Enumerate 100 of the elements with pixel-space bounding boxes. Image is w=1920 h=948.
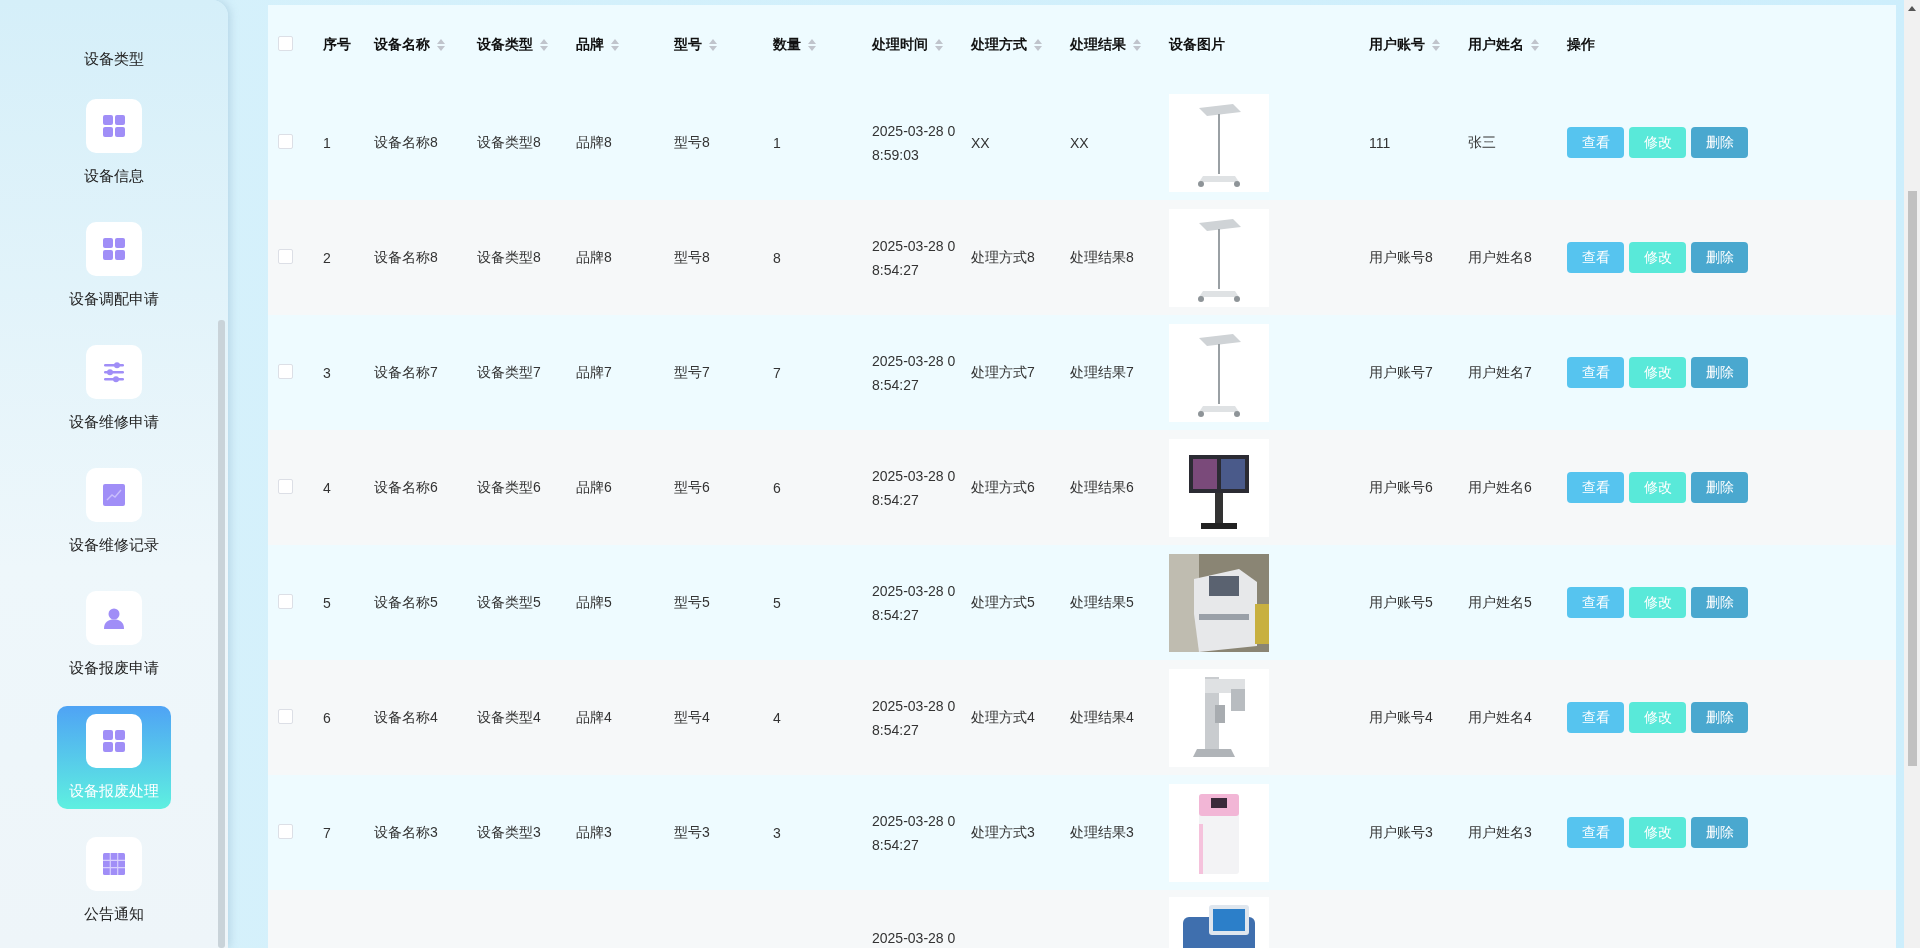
select-all-checkbox[interactable] <box>278 36 293 51</box>
scrollbar[interactable] <box>1904 0 1920 948</box>
table-cell: 处理结果4 <box>1070 708 1134 725</box>
table-cell: 品牌8 <box>576 248 612 265</box>
column-header[interactable]: 设备名称 <box>374 36 430 54</box>
sidebar-item[interactable]: 设备报废申请 <box>57 583 171 686</box>
edit-button[interactable]: 修改 <box>1629 472 1686 503</box>
column-header[interactable]: 处理时间 <box>872 36 928 54</box>
delete-button[interactable]: 删除 <box>1691 127 1748 158</box>
table-cell-text: 2025-03-28 08:54:27 <box>872 236 957 280</box>
row-checkbox[interactable] <box>278 708 293 724</box>
column-header[interactable]: 设备类型 <box>477 36 533 54</box>
table-cell: 品牌3 <box>576 823 612 840</box>
table-cell: 设备名称4 <box>374 708 438 725</box>
table-cell: 处理方式7 <box>971 363 1035 380</box>
edit-button[interactable]: 修改 <box>1629 702 1686 733</box>
column-header[interactable]: 用户姓名 <box>1468 36 1524 54</box>
delete-button[interactable]: 删除 <box>1691 587 1748 618</box>
table-cell: 处理结果8 <box>1070 248 1134 265</box>
row-checkbox[interactable] <box>278 478 293 494</box>
column-header[interactable]: 处理方式 <box>971 36 1027 54</box>
view-button[interactable]: 查看 <box>1567 817 1624 848</box>
table-cell: 设备类型6 <box>477 478 541 495</box>
table-cell: 处理方式3 <box>971 823 1035 840</box>
sort-icon[interactable] <box>1531 39 1539 51</box>
view-button[interactable]: 查看 <box>1567 587 1624 618</box>
table-cell: 8 <box>773 249 781 266</box>
table-cell: 型号6 <box>674 478 710 495</box>
row-checkbox[interactable] <box>278 133 293 149</box>
view-button[interactable]: 查看 <box>1567 242 1624 273</box>
table-cell: 5 <box>773 594 781 611</box>
table-cell: 设备类型8 <box>477 133 541 150</box>
table-cell: 品牌4 <box>576 708 612 725</box>
table-cell: 品牌6 <box>576 478 612 495</box>
row-checkbox[interactable] <box>278 363 293 379</box>
table-cell: 用户账号7 <box>1369 363 1433 380</box>
table-cell: 型号8 <box>674 248 710 265</box>
table-cell: 用户账号5 <box>1369 593 1433 610</box>
column-header[interactable]: 用户账号 <box>1369 36 1425 54</box>
column-header[interactable]: 数量 <box>773 36 801 54</box>
sort-icon[interactable] <box>611 39 619 51</box>
table-cell: 3 <box>773 824 781 841</box>
sort-icon[interactable] <box>437 39 445 51</box>
sort-icon[interactable] <box>808 39 816 51</box>
person-icon <box>103 607 125 629</box>
scroll-up-icon[interactable] <box>1908 6 1916 11</box>
view-button[interactable]: 查看 <box>1567 357 1624 388</box>
row-checkbox[interactable] <box>278 823 293 839</box>
column-header[interactable]: 处理结果 <box>1070 36 1126 54</box>
sort-icon[interactable] <box>709 39 717 51</box>
table-cell: 2 <box>323 249 331 266</box>
table-cell-text: 2025-03-28 08:54:27 <box>872 811 957 855</box>
view-button[interactable]: 查看 <box>1567 472 1624 503</box>
table-cell: 4 <box>323 479 331 496</box>
table-cell: 设备名称8 <box>374 248 438 265</box>
edit-button[interactable]: 修改 <box>1629 242 1686 273</box>
sidebar-item[interactable]: 公告通知 <box>57 829 171 932</box>
table-cell: 设备类型5 <box>477 593 541 610</box>
sidebar-item[interactable]: 设备维修申请 <box>57 337 171 440</box>
table-cell: 3 <box>323 364 331 381</box>
table-cell: 设备类型4 <box>477 708 541 725</box>
table-cell: 7 <box>323 824 331 841</box>
delete-button[interactable]: 删除 <box>1691 357 1748 388</box>
scrollbar[interactable] <box>218 320 225 948</box>
sliders-icon <box>103 361 125 383</box>
table-cell: XX <box>1070 134 1089 151</box>
sort-icon[interactable] <box>935 39 943 51</box>
sort-icon[interactable] <box>1133 39 1141 51</box>
table-cell: 型号3 <box>674 823 710 840</box>
edit-button[interactable]: 修改 <box>1629 127 1686 158</box>
row-checkbox[interactable] <box>278 248 293 264</box>
sidebar-item[interactable]: 设备类型 <box>57 50 171 69</box>
delete-button[interactable]: 删除 <box>1691 702 1748 733</box>
delete-button[interactable]: 删除 <box>1691 817 1748 848</box>
sort-icon[interactable] <box>1432 39 1440 51</box>
view-button[interactable]: 查看 <box>1567 702 1624 733</box>
sort-icon[interactable] <box>540 39 548 51</box>
grid-icon <box>103 238 125 260</box>
column-header: 序号 <box>323 36 351 54</box>
delete-button[interactable]: 删除 <box>1691 242 1748 273</box>
delete-button[interactable]: 删除 <box>1691 472 1748 503</box>
column-header[interactable]: 型号 <box>674 36 702 54</box>
edit-button[interactable]: 修改 <box>1629 817 1686 848</box>
column-header[interactable]: 品牌 <box>576 36 604 54</box>
sidebar-item[interactable]: 设备维修记录 <box>57 460 171 563</box>
edit-button[interactable]: 修改 <box>1629 357 1686 388</box>
sidebar-item[interactable]: 设备信息 <box>57 91 171 194</box>
table-cell: 1 <box>773 134 781 151</box>
table-cell: 处理方式6 <box>971 478 1035 495</box>
sort-icon[interactable] <box>1034 39 1042 51</box>
table-cell: 品牌8 <box>576 133 612 150</box>
table-cell: 设备类型8 <box>477 248 541 265</box>
view-button[interactable]: 查看 <box>1567 127 1624 158</box>
sidebar-item[interactable]: 设备报废处理 <box>57 706 171 809</box>
edit-button[interactable]: 修改 <box>1629 587 1686 618</box>
table-cell: 型号7 <box>674 363 710 380</box>
row-checkbox[interactable] <box>278 593 293 609</box>
sidebar-item[interactable]: 设备调配申请 <box>57 214 171 317</box>
table-cell: 处理结果5 <box>1070 593 1134 610</box>
table-cell: 设备名称7 <box>374 363 438 380</box>
